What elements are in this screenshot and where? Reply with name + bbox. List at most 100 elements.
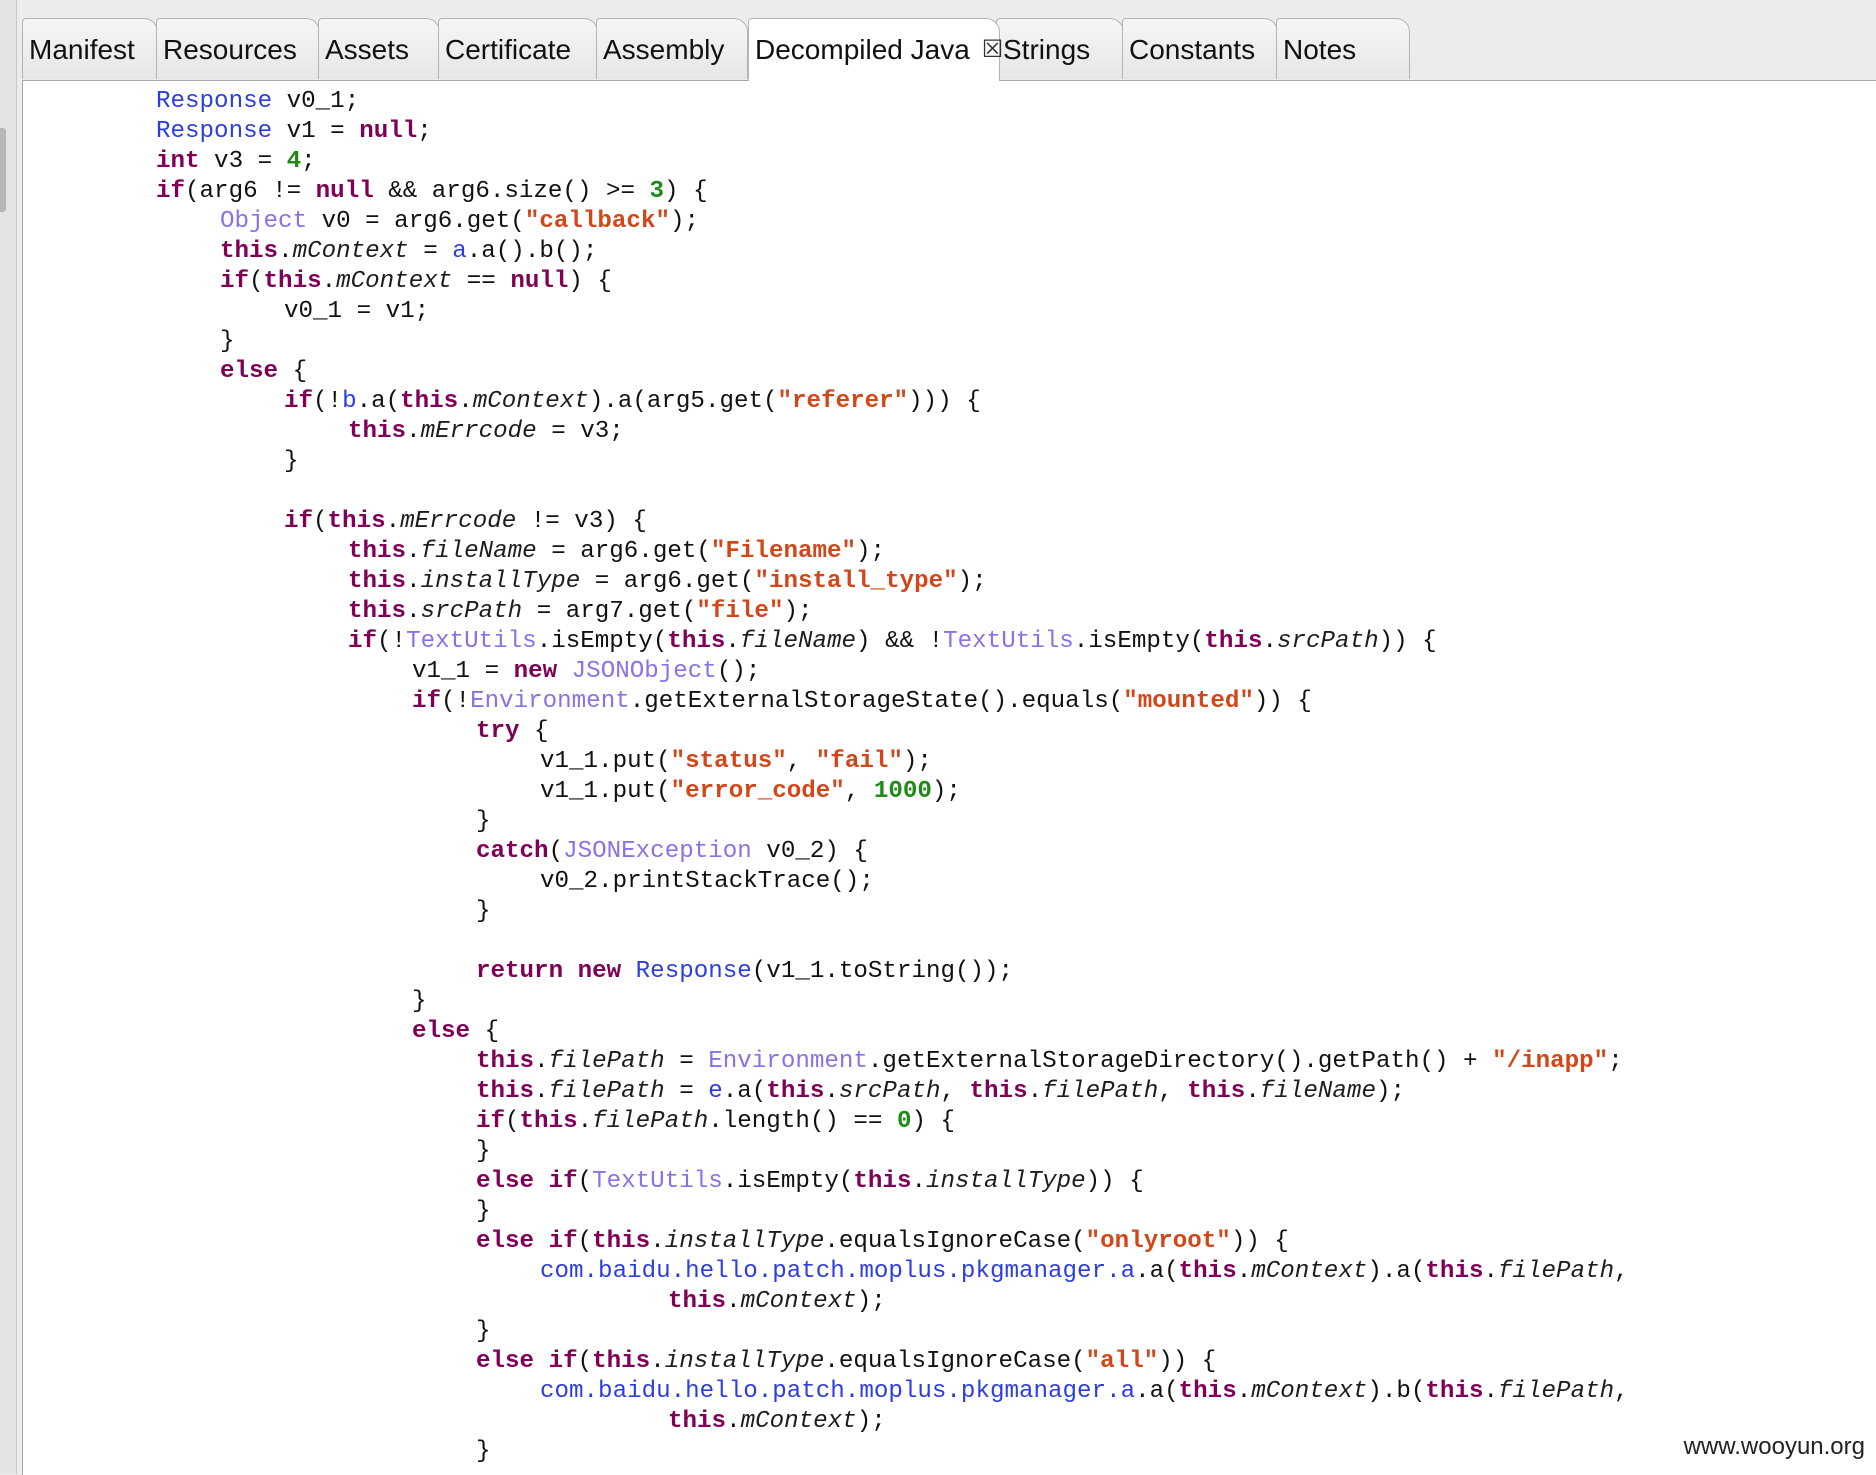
code-token: (v1_1.toString()); <box>751 958 1014 985</box>
code-token: if <box>156 178 186 205</box>
code-line: catch(JSONException v0_2) { <box>23 837 1629 867</box>
tab-resources[interactable]: Resources <box>156 18 320 79</box>
code-line: else { <box>23 357 1629 387</box>
code-token: . <box>911 1168 926 1195</box>
code-token: if <box>476 1108 506 1135</box>
code-line: this.mContext); <box>23 1407 1629 1437</box>
code-token: mErrcode <box>400 508 517 535</box>
code-line: } <box>23 327 1629 357</box>
code-token: { <box>278 358 308 385</box>
code-line: this.srcPath = arg7.get("file"); <box>23 597 1629 627</box>
code-token: .isEmpty( <box>1073 628 1205 655</box>
code-token: v0_1 = v1; <box>284 298 430 325</box>
code-token: if <box>284 508 314 535</box>
code-token: this <box>1187 1078 1246 1105</box>
code-token: "fail" <box>815 748 903 775</box>
code-token: this <box>668 1408 727 1435</box>
code-token: ; <box>1608 1048 1623 1075</box>
close-tab-icon[interactable]: ☒ <box>982 19 1004 81</box>
code-token: . <box>406 568 421 595</box>
code-token: this <box>1178 1258 1237 1285</box>
code-token: else <box>476 1168 535 1195</box>
code-token: "/inapp" <box>1492 1048 1609 1075</box>
code-token: . <box>534 1048 549 1075</box>
code-token: "onlyroot" <box>1085 1228 1231 1255</box>
code-token: . <box>1236 1378 1252 1405</box>
code-token: .equalsIgnoreCase( <box>824 1228 1086 1255</box>
code-token: com.baidu.hello.patch.moplus.pkgmanager.… <box>540 1378 1136 1405</box>
code-token: srcPath <box>1277 628 1379 655</box>
tab-manifest[interactable]: Manifest <box>22 18 158 79</box>
code-token: this <box>400 388 459 415</box>
tab-certificate[interactable]: Certificate <box>438 18 598 79</box>
tab-decompiled-java[interactable]: Decompiled Java ☒ <box>748 18 1003 81</box>
code-token: 0 <box>896 1108 912 1135</box>
code-line: v1_1.put("error_code", 1000); <box>23 777 1629 807</box>
code-token: this <box>1425 1378 1484 1405</box>
code-token: ( <box>577 1228 593 1255</box>
code-token: installType <box>664 1228 825 1255</box>
code-token: this <box>348 568 407 595</box>
code-token: .equalsIgnoreCase( <box>824 1348 1086 1375</box>
code-token: "referer" <box>777 388 909 415</box>
code-token: ) { <box>911 1108 956 1135</box>
code-line: } <box>23 1137 1629 1167</box>
code-token: "status" <box>670 748 787 775</box>
code-token: } <box>220 328 235 355</box>
code-token: this <box>668 1288 727 1315</box>
code-token: )) { <box>1253 688 1312 715</box>
tab-label: Decompiled Java <box>755 34 970 65</box>
tab-assembly[interactable]: Assembly <box>596 18 748 79</box>
code-line: if(this.mContext == null) { <box>23 267 1629 297</box>
code-line: this.filePath = e.a(this.srcPath, this.f… <box>23 1077 1629 1107</box>
code-line: Response v0_1; <box>23 87 1629 117</box>
code-token: ( <box>505 1108 520 1135</box>
tab-notes[interactable]: Notes <box>1276 18 1410 79</box>
code-line: com.baidu.hello.patch.moplus.pkgmanager.… <box>23 1377 1629 1407</box>
code-token: .getExternalStorageState().equals( <box>629 688 1124 715</box>
panel-resize-handle[interactable] <box>0 128 6 212</box>
code-token: , <box>786 748 816 775</box>
code-token: ))) { <box>908 388 981 415</box>
code-token: . <box>1483 1258 1498 1285</box>
tab-label: Strings <box>1003 34 1091 65</box>
code-token: , <box>844 778 874 805</box>
code-token: ); <box>783 598 813 625</box>
code-token: null <box>315 178 374 205</box>
code-token: if <box>412 688 442 715</box>
code-token: . <box>1027 1078 1043 1105</box>
code-token: ); <box>669 208 700 235</box>
code-token: v1_1.put( <box>540 748 671 775</box>
code-token: filePath <box>592 1108 709 1135</box>
code-token: .a( <box>1135 1258 1179 1285</box>
code-line: else if(this.installType.equalsIgnoreCas… <box>23 1347 1629 1377</box>
code-token: 3 <box>649 178 665 205</box>
code-token: (! <box>313 388 343 415</box>
tab-constants[interactable]: Constants <box>1122 18 1278 79</box>
code-token: ; <box>417 118 432 145</box>
code-token: fileName <box>420 538 537 565</box>
code-token: ) { <box>568 268 612 295</box>
code-token: this <box>592 1348 651 1375</box>
code-token: "error_code" <box>670 778 845 805</box>
code-token: installType <box>925 1168 1086 1195</box>
code-token: ; <box>301 148 316 175</box>
code-token: } <box>284 448 299 475</box>
code-token: return <box>476 958 564 985</box>
code-token: . <box>577 1108 593 1135</box>
code-line: Object v0 = arg6.get("callback"); <box>23 207 1629 237</box>
code-token: .isEmpty( <box>722 1168 854 1195</box>
code-token: this <box>592 1228 651 1255</box>
code-token: int <box>156 148 200 175</box>
code-editor[interactable]: Response v0_1; Response v1 = null; int v3 … <box>22 80 1876 1475</box>
tab-assets[interactable]: Assets <box>318 18 440 79</box>
code-token: TextUtils <box>592 1168 723 1195</box>
tab-strings[interactable]: Strings <box>996 18 1124 79</box>
code-token: fileName <box>1259 1078 1376 1105</box>
code-token: (! <box>377 628 407 655</box>
code-token: 4 <box>286 148 302 175</box>
code-token: v1_1 = <box>412 658 514 685</box>
